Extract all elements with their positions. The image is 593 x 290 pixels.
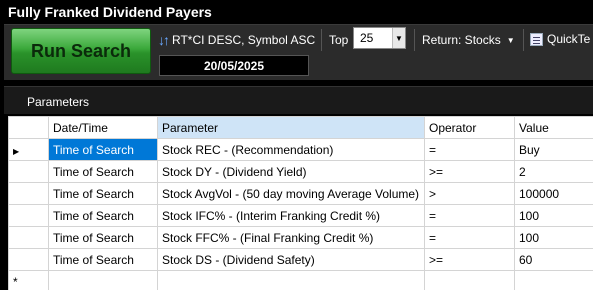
row-header[interactable] bbox=[8, 204, 49, 227]
cell-value[interactable]: 100 bbox=[514, 226, 593, 249]
return-dropdown[interactable]: Return: Stocks ▼ bbox=[422, 33, 515, 47]
column-header-operator[interactable]: Operator bbox=[424, 116, 515, 139]
row-header[interactable] bbox=[8, 226, 49, 249]
cell-parameter[interactable]: Stock IFC% - (Interim Franking Credit %) bbox=[157, 204, 425, 227]
table-row[interactable]: Time of Search Stock AvgVol - (50 day mo… bbox=[8, 182, 593, 205]
cell-datetime[interactable] bbox=[48, 270, 158, 290]
column-header-datetime[interactable]: Date/Time bbox=[48, 116, 158, 139]
table-row[interactable]: Time of Search Stock FFC% - (Final Frank… bbox=[8, 226, 593, 249]
column-header-value[interactable]: Value bbox=[514, 116, 593, 139]
window-title: Fully Franked Dividend Payers bbox=[8, 4, 212, 20]
row-header[interactable] bbox=[8, 182, 49, 205]
column-header-parameter[interactable]: Parameter bbox=[157, 116, 425, 139]
table-row[interactable]: Time of Search Stock DY - (Dividend Yiel… bbox=[8, 160, 593, 183]
cell-parameter[interactable]: Stock FFC% - (Final Franking Credit %) bbox=[157, 226, 425, 249]
row-header-corner bbox=[8, 116, 49, 139]
cell-parameter[interactable] bbox=[157, 270, 425, 290]
table-row[interactable]: ▶ Time of Search Stock REC - (Recommenda… bbox=[8, 138, 593, 161]
cell-value[interactable]: Buy bbox=[514, 138, 593, 161]
toolbar-separator bbox=[414, 29, 415, 51]
cell-datetime[interactable]: Time of Search bbox=[48, 248, 158, 271]
cell-parameter[interactable]: Stock DY - (Dividend Yield) bbox=[157, 160, 425, 183]
return-label: Return: Stocks bbox=[422, 33, 501, 47]
cell-operator[interactable]: > bbox=[424, 182, 515, 205]
toolbar-separator bbox=[321, 29, 322, 51]
run-search-button[interactable]: Run Search bbox=[11, 28, 151, 74]
sort-arrows-icon: ↓↑ bbox=[158, 32, 170, 48]
sort-button[interactable]: ↓↑ RT*CI DESC, Symbol ASC bbox=[158, 29, 315, 51]
cell-value[interactable]: 100000 bbox=[514, 182, 593, 205]
top-label: Top bbox=[329, 33, 349, 47]
table-row[interactable]: Time of Search Stock DS - (Dividend Safe… bbox=[8, 248, 593, 271]
cell-parameter[interactable]: Stock DS - (Dividend Safety) bbox=[157, 248, 425, 271]
quick-test-label: QuickTe bbox=[547, 32, 591, 46]
cell-operator[interactable]: = bbox=[424, 204, 515, 227]
cell-operator[interactable]: >= bbox=[424, 160, 515, 183]
parameters-grid: Date/Time Parameter Operator Value ▶ Tim… bbox=[8, 116, 593, 290]
cell-value[interactable]: 100 bbox=[514, 204, 593, 227]
date-field[interactable]: 20/05/2025 bbox=[159, 55, 309, 76]
chevron-down-icon: ▼ bbox=[506, 35, 515, 45]
cell-operator[interactable] bbox=[424, 270, 515, 290]
cell-datetime[interactable]: Time of Search bbox=[48, 182, 158, 205]
cell-operator[interactable]: >= bbox=[424, 248, 515, 271]
cell-parameter[interactable]: Stock AvgVol - (50 day moving Average Vo… bbox=[157, 182, 425, 205]
table-row[interactable]: Time of Search Stock IFC% - (Interim Fra… bbox=[8, 204, 593, 227]
quick-test-button[interactable]: QuickTe bbox=[530, 32, 590, 46]
row-header[interactable] bbox=[8, 248, 49, 271]
cell-parameter[interactable]: Stock REC - (Recommendation) bbox=[157, 138, 425, 161]
sort-label: RT*CI DESC, Symbol ASC bbox=[172, 33, 316, 47]
cell-value[interactable] bbox=[514, 270, 593, 290]
new-row[interactable]: * bbox=[8, 270, 593, 290]
cell-operator[interactable]: = bbox=[424, 138, 515, 161]
cell-value[interactable]: 2 bbox=[514, 160, 593, 183]
row-header[interactable] bbox=[8, 160, 49, 183]
parameters-title: Parameters bbox=[27, 95, 90, 109]
top-select-value: 25 bbox=[360, 31, 374, 45]
row-header[interactable]: ▶ bbox=[8, 138, 49, 161]
new-row-marker[interactable]: * bbox=[8, 270, 49, 290]
cell-operator[interactable]: = bbox=[424, 226, 515, 249]
chevron-down-icon[interactable]: ▼ bbox=[392, 28, 405, 48]
cell-datetime[interactable]: Time of Search bbox=[48, 226, 158, 249]
parameters-header: Parameters bbox=[4, 86, 593, 114]
cell-datetime[interactable]: Time of Search bbox=[48, 138, 158, 161]
cell-datetime[interactable]: Time of Search bbox=[48, 204, 158, 227]
current-row-arrow-icon: ▶ bbox=[13, 146, 20, 156]
toolbar: Run Search ↓↑ RT*CI DESC, Symbol ASC 20/… bbox=[4, 24, 593, 80]
cell-datetime[interactable]: Time of Search bbox=[48, 160, 158, 183]
top-select[interactable]: 25 ▼ bbox=[353, 27, 406, 49]
toolbar-separator bbox=[523, 29, 524, 51]
cell-value[interactable]: 60 bbox=[514, 248, 593, 271]
quick-test-icon bbox=[530, 32, 543, 46]
